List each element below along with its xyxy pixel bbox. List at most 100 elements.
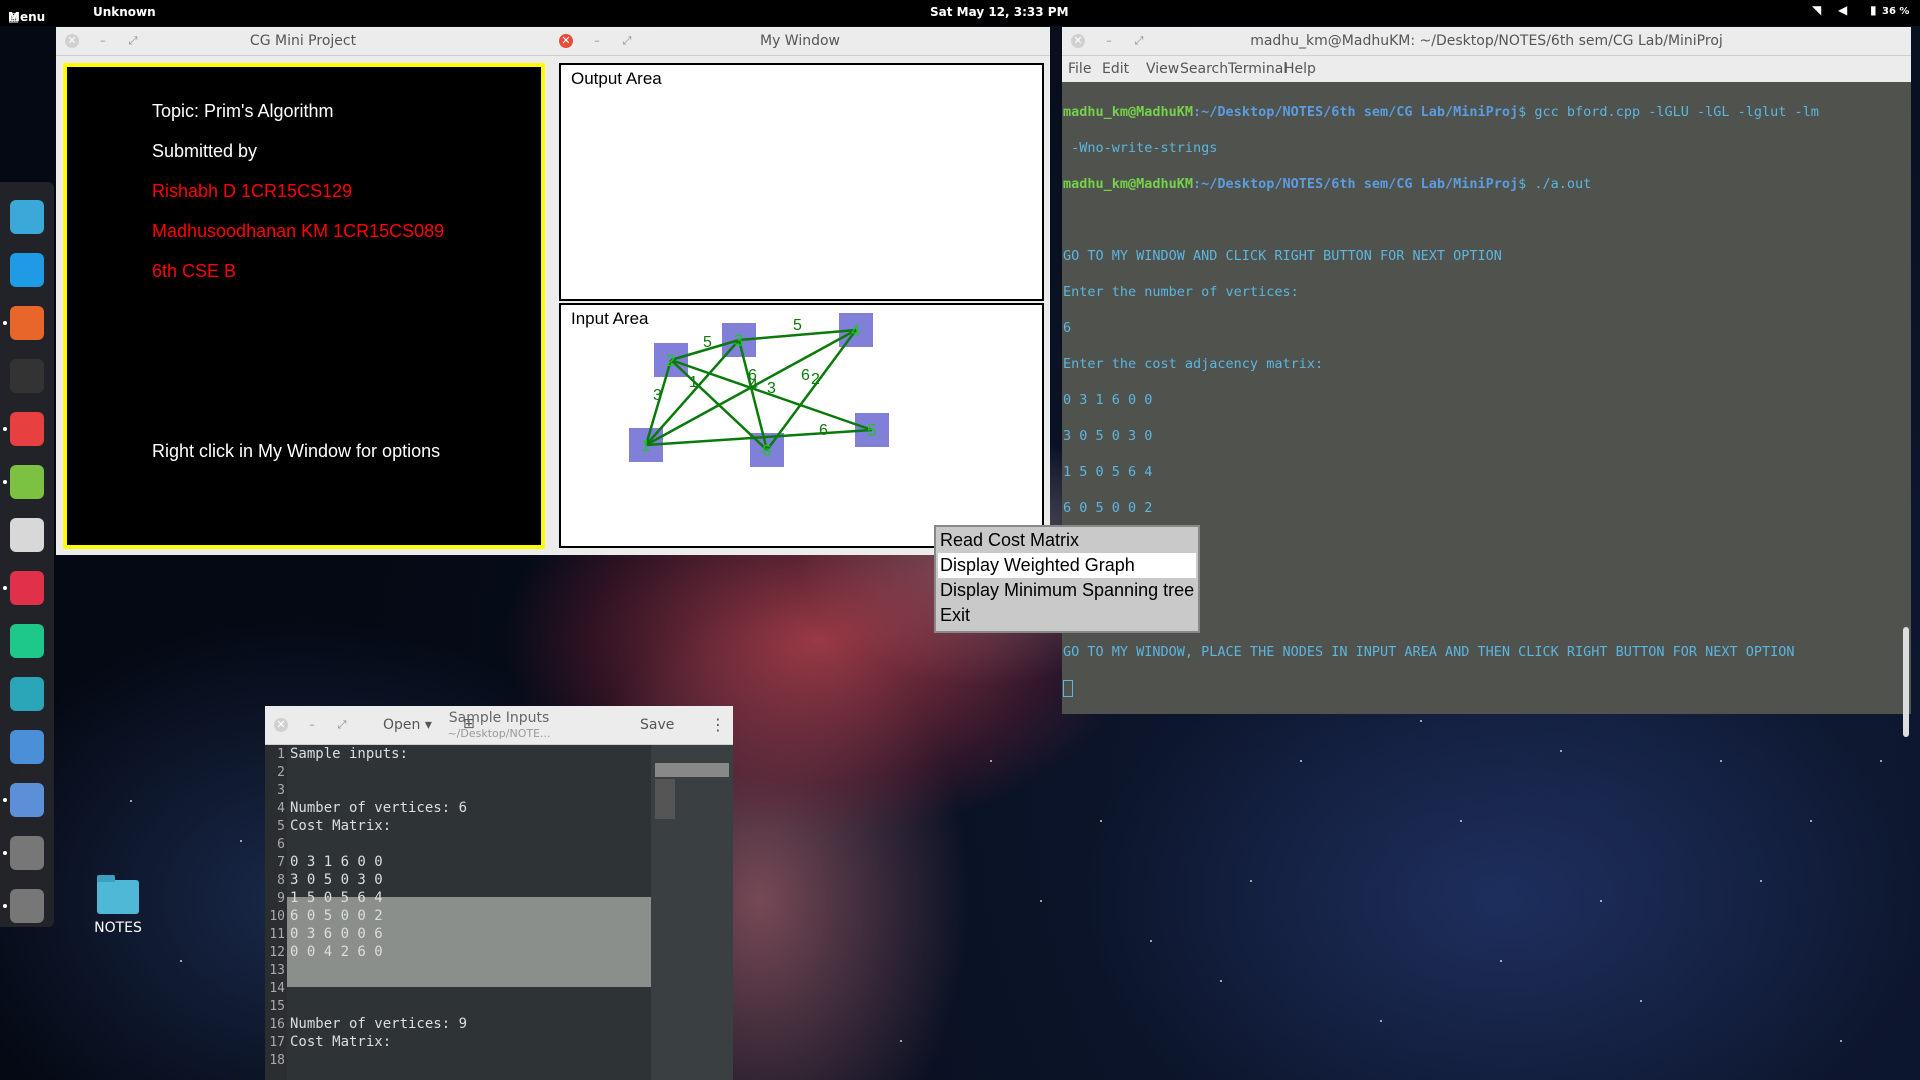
line-number: 12: [269, 945, 285, 960]
line-number: 13: [269, 963, 285, 978]
line-number: 3: [277, 783, 285, 798]
class-text: 6th CSE B: [152, 261, 237, 281]
document-icon[interactable]: [10, 783, 44, 817]
window-titlebar[interactable]: ✕ – ⤢ CG Mini Project: [56, 27, 550, 56]
window-icon[interactable]: [10, 889, 44, 923]
menu-item-display-weighted-graph[interactable]: Display Weighted Graph: [938, 553, 1196, 578]
line-number: 17: [269, 1035, 285, 1050]
editor-minimap[interactable]: [651, 745, 733, 1080]
menu-item-display-mst[interactable]: Display Minimum Spanning tree: [938, 578, 1196, 603]
files-icon[interactable]: [10, 200, 44, 234]
terminal-line: GO TO MY WINDOW, PLACE THE NODES IN INPU…: [1063, 644, 1795, 660]
terminal-line: 6: [1063, 320, 1072, 336]
desktop-notes-label: NOTES: [94, 920, 142, 936]
menu-item-read-cost-matrix[interactable]: Read Cost Matrix: [938, 528, 1196, 553]
editor-line: 0 3 6 0 0 6: [290, 926, 383, 942]
line-number: 2: [277, 765, 285, 780]
running-indicator: [3, 798, 7, 802]
running-indicator: [3, 321, 7, 325]
submitted-by-text: Submitted by: [152, 141, 258, 161]
terminal-line: madhu_km@MadhuKM:~/Desktop/NOTES/6th sem…: [1063, 176, 1592, 192]
dock: [0, 182, 54, 927]
running-indicator: [3, 480, 7, 484]
matrix-row: 3 0 5 0 3 0: [1063, 428, 1153, 444]
cg-canvas[interactable]: Topic: Prim's Algorithm Submitted by Ris…: [63, 63, 545, 549]
terminal-menu-terminal[interactable]: Terminal: [1228, 61, 1287, 77]
graph-node-label: 4: [851, 321, 860, 340]
terminal-menu-view[interactable]: View: [1146, 61, 1179, 77]
kebab-menu-icon[interactable]: ⋮: [710, 715, 726, 734]
editor-line: 1 5 0 5 6 4: [290, 890, 383, 906]
android-studio-icon[interactable]: [10, 465, 44, 499]
window-titlebar[interactable]: ✕ – ⤢ madhu_km@MadhuKM: ~/Desktop/NOTES/…: [1062, 27, 1911, 56]
window-icon[interactable]: [10, 836, 44, 870]
graph-node-label: 5: [867, 421, 876, 440]
terminal-cursor: [1063, 679, 1073, 697]
editor-body[interactable]: 1 2 3 4 5 6 7 8 9 10 11 12 13 14 15 16 17 18 Sample input…: [265, 745, 733, 1080]
running-indicator: [3, 427, 7, 431]
graph-edge-weight: 4: [749, 377, 758, 394]
text-editor-window: ✕ – ⤢ Open ▾ ⊞ Sample Inputs ~/Desktop/N…: [265, 706, 733, 1080]
graph-edge-weight: 5: [703, 334, 712, 351]
save-button[interactable]: Save: [640, 717, 674, 733]
cg-mini-project-window: ✕ – ⤢ CG Mini Project Topic: Prim's Algo…: [56, 27, 550, 555]
line-number: 6: [277, 837, 285, 852]
matrix-row: 0 3 1 6 0 0: [1063, 392, 1153, 408]
line-number: 10: [269, 909, 285, 924]
line-number: 16: [269, 1017, 285, 1032]
wifi-icon[interactable]: ◥: [1812, 3, 1821, 17]
email-icon[interactable]: [10, 730, 44, 764]
window-titlebar[interactable]: ✕ – ⤢ Open ▾ ⊞ Sample Inputs ~/Desktop/N…: [265, 706, 733, 745]
volume-icon[interactable]: ◀: [1838, 3, 1847, 17]
topic-text: Topic: Prim's Algorithm: [152, 101, 334, 121]
terminal-menubar: File Edit View Search Terminal Help: [1062, 56, 1911, 82]
graph-edge-weight: 3: [653, 387, 662, 404]
graph-edge-weight: 6: [819, 422, 828, 439]
search-icon[interactable]: [10, 677, 44, 711]
battery-icon[interactable]: ▮: [1870, 3, 1877, 17]
firefox-icon[interactable]: [10, 306, 44, 340]
weighted-graph: 12345631 6654 356 2: [629, 313, 889, 467]
menu-item-exit[interactable]: Exit: [938, 603, 1196, 628]
editor-line: Cost Matrix:: [290, 1034, 392, 1050]
window-title: madhu_km@MadhuKM: ~/Desktop/NOTES/6th se…: [1250, 33, 1723, 49]
running-indicator: [3, 586, 7, 590]
terminal-line: madhu_km@MadhuKM:~/Desktop/NOTES/6th sem…: [1063, 104, 1819, 120]
line-number: 7: [277, 855, 285, 870]
line-number: 4: [277, 801, 285, 816]
battery-percent: 36 %: [1882, 6, 1910, 17]
line-number: 14: [269, 981, 285, 996]
terminal-line: GO TO MY WINDOW AND CLICK RIGHT BUTTON F…: [1063, 248, 1502, 264]
editor-line: 6 0 5 0 0 2: [290, 908, 383, 924]
line-number: 9: [277, 891, 285, 906]
graph-node-label: 2: [666, 351, 675, 370]
skype-icon[interactable]: [10, 253, 44, 287]
line-number: 8: [277, 873, 285, 888]
output-area[interactable]: Output Area: [559, 63, 1044, 301]
graph-edge-weight: 5: [793, 317, 802, 334]
graph-node-label: 1: [641, 436, 650, 455]
desktop-notes-folder[interactable]: NOTES: [90, 875, 146, 936]
graph-edge-weight: 1: [689, 374, 698, 391]
pycharm-icon[interactable]: [10, 624, 44, 658]
graph-node-label: 3: [734, 331, 743, 350]
terminal-menu-file[interactable]: File: [1068, 61, 1091, 77]
graph-node-label: 6: [762, 441, 771, 460]
terminal-scrollbar[interactable]: [1903, 627, 1909, 737]
text-editor-icon[interactable]: [10, 412, 44, 446]
terminal-menu-help[interactable]: Help: [1284, 61, 1316, 77]
terminal-menu-edit[interactable]: Edit: [1102, 61, 1129, 77]
running-indicator: [3, 904, 7, 908]
window-titlebar[interactable]: ✕ – ⤢ My Window: [550, 27, 1050, 56]
software-center-icon[interactable]: [10, 518, 44, 552]
editor-line: Cost Matrix:: [290, 818, 392, 834]
input-area[interactable]: Input Area 1234563166543562: [559, 303, 1044, 548]
terminal-menu-search[interactable]: Search: [1180, 61, 1228, 77]
terminal-icon[interactable]: [10, 359, 44, 393]
editor-line: 3 0 5 0 3 0: [290, 872, 383, 888]
line-number: 1: [277, 747, 285, 762]
graph-edge-weight: 6: [801, 367, 810, 384]
app-grid-icon[interactable]: [10, 571, 44, 605]
my-window: ✕ – ⤢ My Window Output Area Input Area 1…: [550, 27, 1050, 555]
clock[interactable]: Sat May 12, 3:33 PM: [930, 5, 1069, 19]
